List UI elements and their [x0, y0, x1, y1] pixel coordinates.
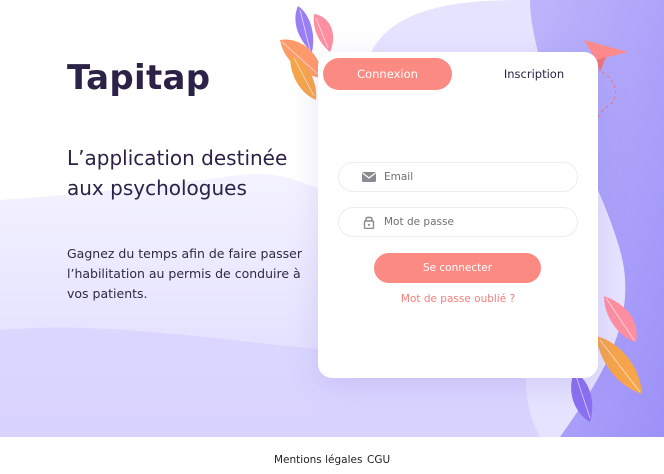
- login-button[interactable]: Se connecter: [374, 253, 541, 283]
- email-input[interactable]: [384, 167, 564, 187]
- page-background: Tapitap L’application destinée aux psych…: [0, 0, 664, 437]
- password-input[interactable]: [384, 212, 564, 232]
- forgot-password-link[interactable]: Mot de passe oublié ?: [318, 293, 598, 305]
- footer-link-mentions-legales[interactable]: Mentions légales: [274, 454, 362, 466]
- hero-subtext: Gagnez du temps afin de faire passer l’h…: [67, 246, 302, 301]
- tab-inscription[interactable]: Inscription: [474, 58, 594, 90]
- password-field[interactable]: [338, 207, 578, 237]
- tab-connexion[interactable]: Connexion: [323, 58, 452, 90]
- email-field[interactable]: [338, 162, 578, 192]
- footer-link-cgu[interactable]: CGU: [367, 454, 390, 466]
- envelope-icon: [362, 172, 376, 182]
- lock-icon: [363, 216, 375, 229]
- hero-headline: L’application destinée aux psychologues: [67, 146, 288, 200]
- login-card: Connexion Inscription Se connecter Mot d…: [318, 52, 598, 378]
- brand-logo: Tapitap: [67, 58, 211, 98]
- footer: Mentions légales CGU: [0, 437, 664, 474]
